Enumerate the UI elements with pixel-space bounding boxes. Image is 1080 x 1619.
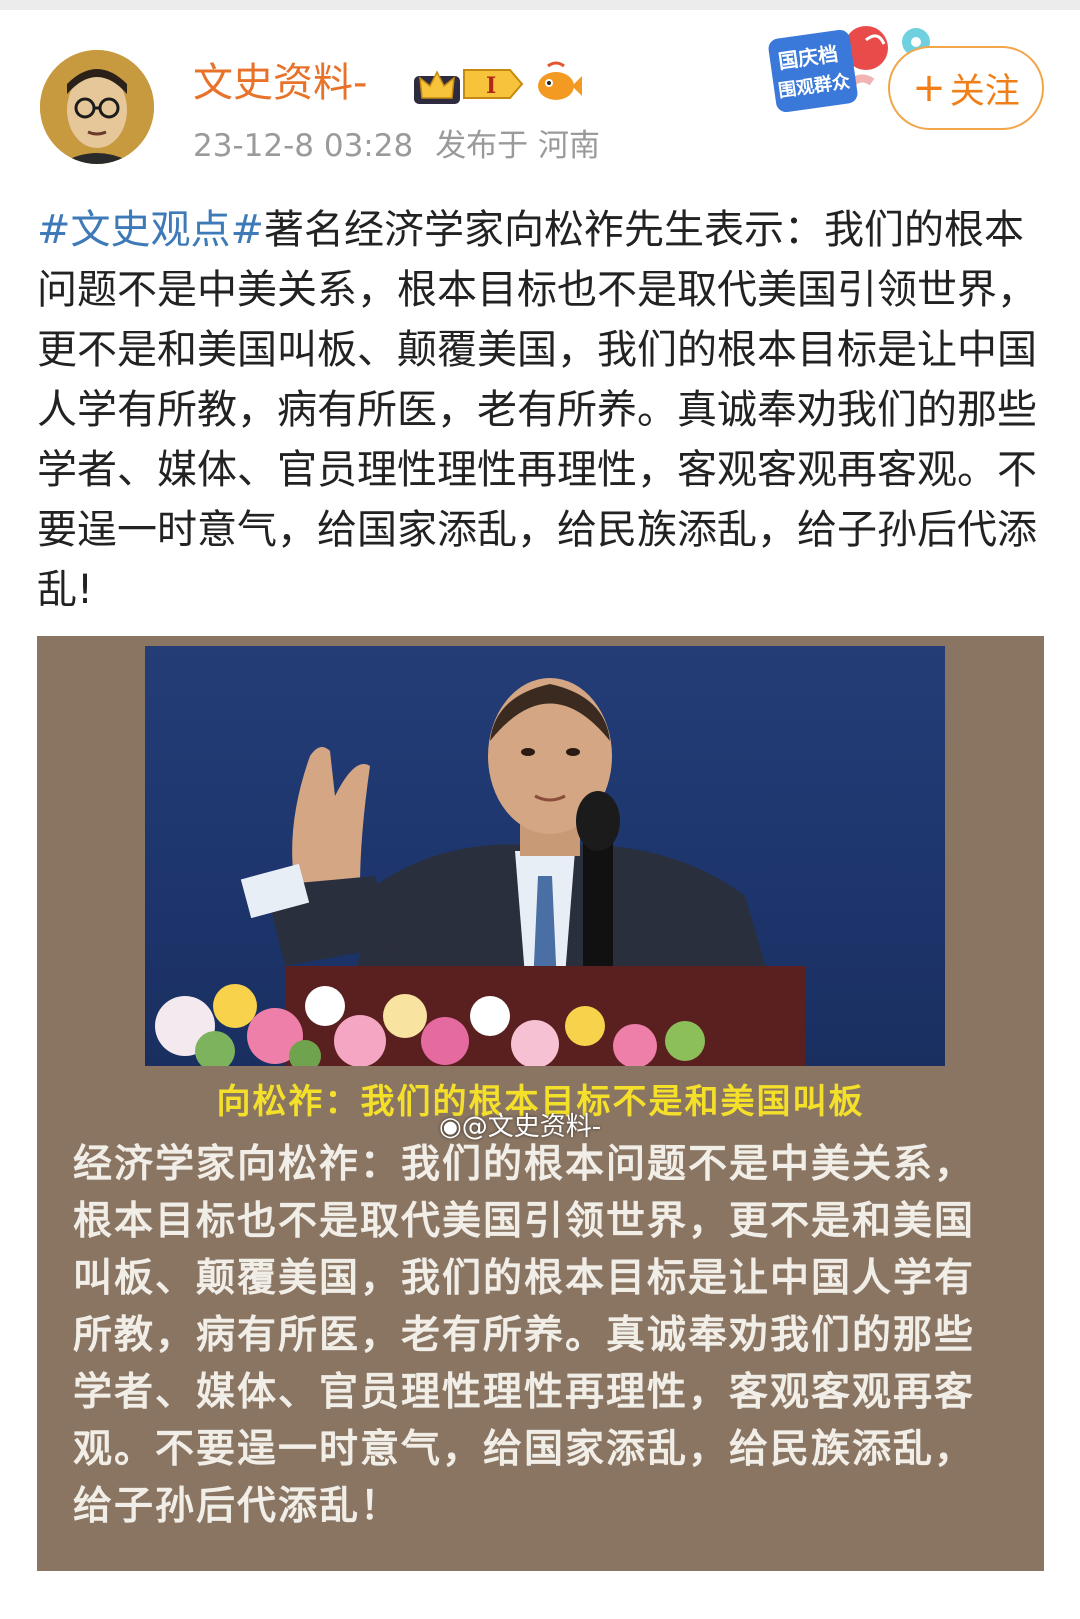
level-badge-icon: I [462,66,524,102]
post-image[interactable]: 向松祚：我们的根本目标不是和美国叫板 ◉@文史资料- 经济学家向松祚：我们的根本… [37,636,1044,1571]
speaker-photo [145,646,945,1066]
image-body-text: 经济学家向松祚：我们的根本问题不是中美关系，根本目标也不是取代美国引领世界，更不… [73,1141,976,1529]
plus-icon: + [912,65,946,111]
post-body: 著名经济学家向松祚先生表示：我们的根本问题不是中美关系，根本目标也不是取代美国引… [37,207,1037,613]
timestamp: 23-12-8 03:28 [193,128,414,164]
avatar[interactable] [40,50,154,164]
post-meta: 23-12-8 03:28 发布于 河南 [193,126,600,166]
post-text: #文史观点#著名经济学家向松祚先生表示：我们的根本问题不是中美关系，根本目标也不… [37,200,1047,620]
fish-icon [534,58,584,108]
crown-icon [412,62,462,106]
follow-label: 关注 [949,71,1020,112]
location: 发布于 河南 [435,128,601,164]
level-text: I [486,73,496,99]
top-divider [0,0,1080,10]
username[interactable]: 文史资料- [193,58,367,108]
hashtag-link[interactable]: #文史观点# [37,207,264,253]
follow-button[interactable]: + 关注 [888,46,1044,130]
